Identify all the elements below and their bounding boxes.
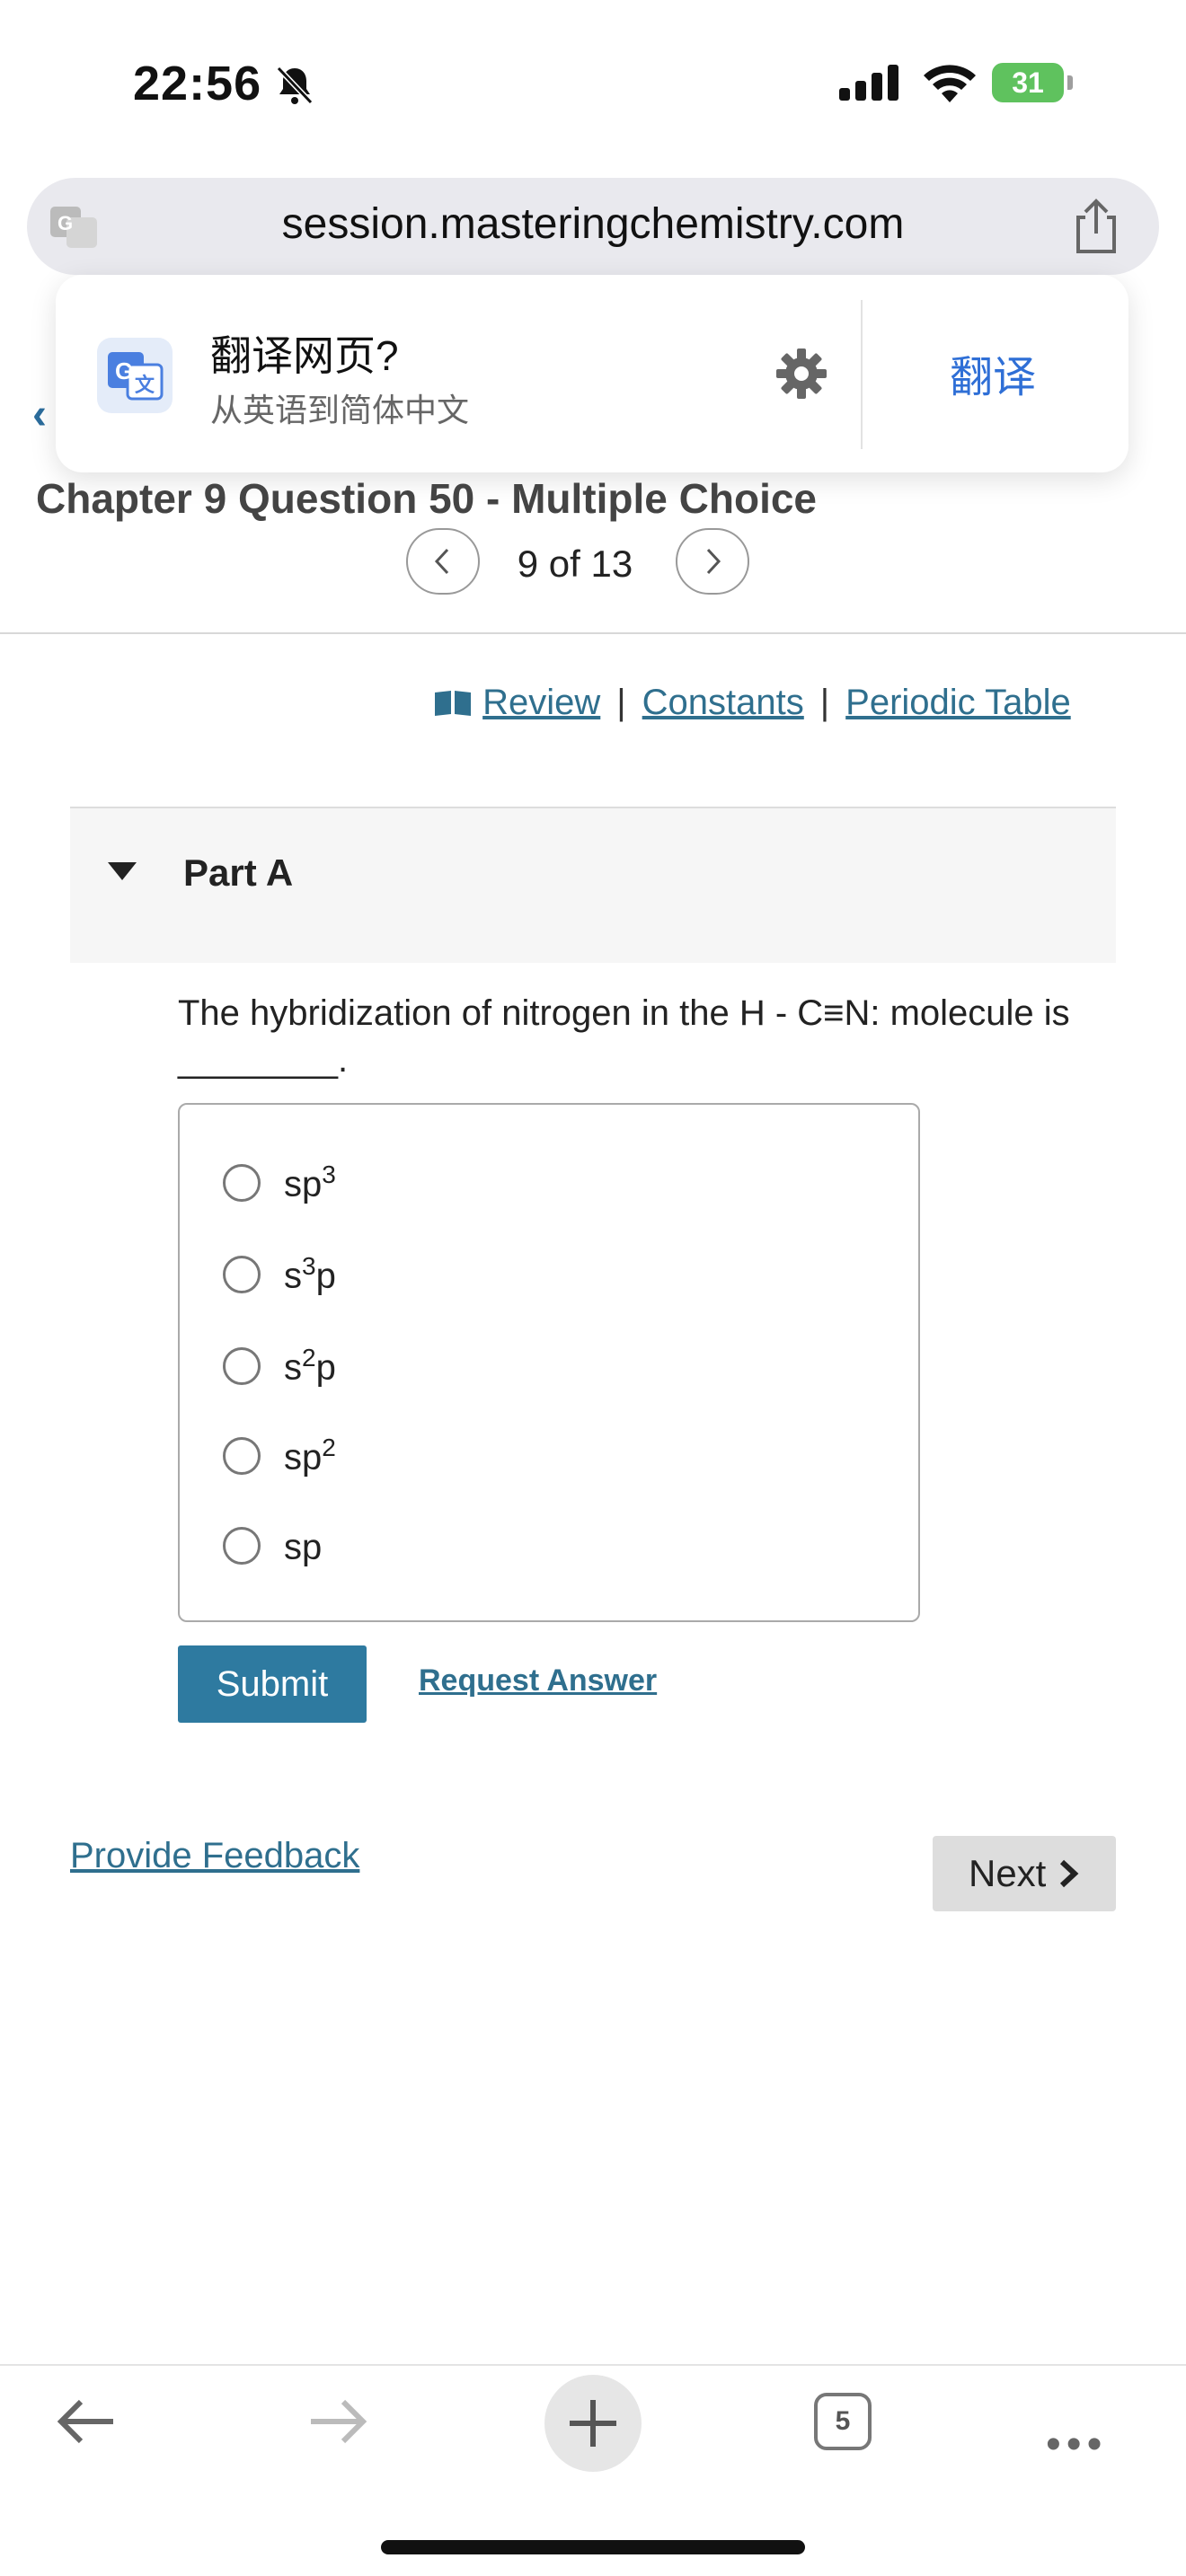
review-link[interactable]: Review <box>482 683 600 722</box>
book-icon <box>435 691 471 716</box>
periodic-table-link[interactable]: Periodic Table <box>845 683 1071 722</box>
url-text[interactable]: session.masteringchemistry.com <box>0 199 1186 249</box>
translate-subtitle: 从英语到简体中文 <box>210 392 470 428</box>
part-label: Part A <box>183 851 294 894</box>
chevron-right-icon <box>1059 1859 1079 1888</box>
question-position: 9 of 13 <box>517 543 633 585</box>
svg-text:G: G <box>115 357 133 384</box>
question-blank: ________. <box>178 1040 349 1080</box>
radio-button[interactable] <box>223 1527 261 1565</box>
translate-title: 翻译网页? <box>210 332 399 379</box>
question-body: The hybridization of nitrogen in the H -… <box>178 993 1070 1033</box>
plus-icon <box>570 2400 616 2447</box>
request-answer-link[interactable]: Request Answer <box>419 1663 657 1698</box>
link-separator: | <box>616 683 626 722</box>
choice-label: sp3 <box>284 1160 336 1204</box>
more-menu-button[interactable]: ••• <box>1046 2420 1107 2469</box>
tab-switcher-button[interactable]: 5 <box>814 2393 872 2450</box>
toolbar-divider <box>0 2364 1186 2366</box>
wifi-icon <box>924 65 976 102</box>
caret-down-icon[interactable] <box>106 860 138 882</box>
radio-button[interactable] <box>223 1256 261 1293</box>
provide-feedback-link[interactable]: Provide Feedback <box>70 1836 359 1876</box>
constants-link[interactable]: Constants <box>642 683 804 722</box>
previous-question-button[interactable] <box>406 528 480 595</box>
chevron-left-icon <box>434 548 449 575</box>
link-separator: | <box>819 683 830 722</box>
radio-button[interactable] <box>223 1437 261 1475</box>
back-chevron-icon[interactable]: ‹ <box>32 390 47 439</box>
next-question-button[interactable] <box>676 528 749 595</box>
submit-button[interactable]: Submit <box>178 1645 367 1723</box>
cellular-signal-icon <box>839 65 898 101</box>
choice-label: s2p <box>284 1344 336 1388</box>
question-text: The hybridization of nitrogen in the H -… <box>178 990 1076 1083</box>
back-arrow-icon[interactable] <box>54 2396 119 2447</box>
translate-button[interactable]: 翻译 <box>863 341 1123 404</box>
resource-links: Review | Constants | Periodic Table <box>433 683 1071 723</box>
radio-button[interactable] <box>223 1347 261 1385</box>
battery-cap <box>1067 75 1073 90</box>
bell-muted-icon <box>276 66 314 105</box>
next-label: Next <box>968 1852 1047 1894</box>
new-tab-button[interactable] <box>544 2375 642 2472</box>
next-button[interactable]: Next <box>933 1836 1116 1911</box>
forward-arrow-icon[interactable] <box>305 2396 370 2447</box>
radio-button[interactable] <box>223 1164 261 1202</box>
chevron-right-icon <box>706 548 721 575</box>
choice-label: s3p <box>284 1252 336 1296</box>
page-title: Chapter 9 Question 50 - Multiple Choice <box>36 475 818 522</box>
svg-text:文: 文 <box>135 374 155 396</box>
google-translate-icon: G 文 <box>97 338 173 413</box>
home-indicator <box>381 2540 805 2554</box>
battery-indicator: 31 <box>992 63 1064 102</box>
choice-label: sp <box>284 1527 323 1567</box>
choice-label: sp2 <box>284 1434 336 1478</box>
gear-icon[interactable] <box>774 347 828 401</box>
share-icon[interactable] <box>1069 198 1123 255</box>
status-time: 22:56 <box>133 57 262 110</box>
header-divider <box>0 632 1186 634</box>
